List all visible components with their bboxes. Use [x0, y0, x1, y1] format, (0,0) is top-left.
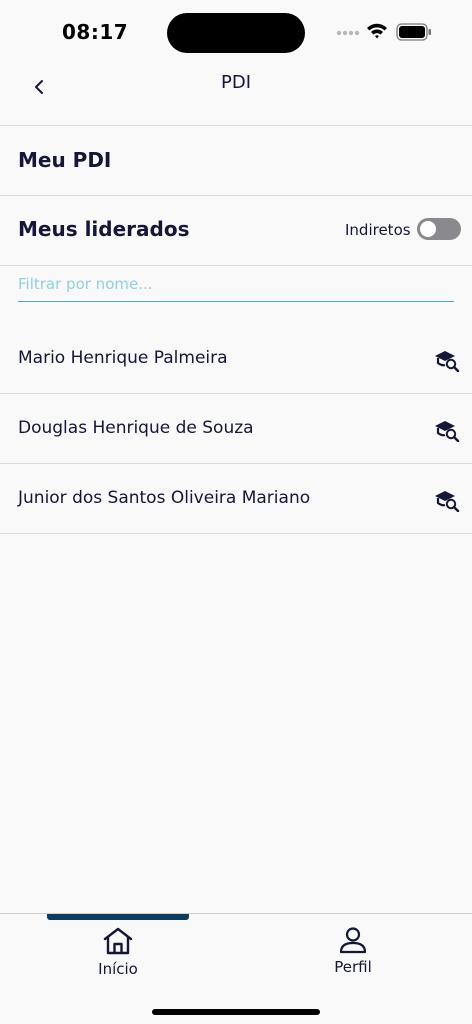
- filter-input[interactable]: [18, 266, 454, 300]
- user-icon: [339, 927, 367, 954]
- led-section-header: Meus liderados Indiretos: [0, 196, 472, 266]
- list-item[interactable]: Douglas Henrique de Souza: [0, 394, 472, 464]
- led-list: Mario Henrique Palmeira Douglas Henrique…: [0, 324, 472, 534]
- person-name: Mario Henrique Palmeira: [18, 348, 228, 368]
- indirect-toggle-label: Indiretos: [345, 221, 411, 239]
- graduation-search-icon[interactable]: [434, 488, 460, 512]
- led-section-title: Meus liderados: [18, 217, 190, 241]
- my-pdi-row[interactable]: Meu PDI: [0, 126, 472, 196]
- graduation-search-icon[interactable]: [434, 348, 460, 372]
- page-title: PDI: [220, 72, 252, 93]
- tab-bar: Início Perfil: [0, 913, 472, 1024]
- indirect-toggle[interactable]: [417, 218, 461, 240]
- home-indicator: [152, 1009, 320, 1015]
- dynamic-island: [167, 13, 305, 53]
- person-name: Douglas Henrique de Souza: [18, 418, 254, 438]
- tab-home-label: Início: [98, 960, 138, 978]
- active-tab-indicator: [47, 914, 189, 920]
- battery-icon: [396, 23, 431, 41]
- person-name: Junior dos Santos Oliveira Mariano: [18, 488, 311, 508]
- home-icon: [103, 927, 133, 955]
- filter-field: [18, 266, 454, 302]
- wifi-icon: [367, 23, 387, 39]
- toggle-knob: [420, 221, 436, 237]
- graduation-search-icon[interactable]: [434, 418, 460, 442]
- cellular-signal-icon: [336, 30, 360, 36]
- list-item[interactable]: Mario Henrique Palmeira: [0, 324, 472, 394]
- list-item[interactable]: Junior dos Santos Oliveira Mariano: [0, 464, 472, 534]
- navigation-header: PDI: [0, 62, 472, 126]
- status-time: 08:17: [62, 20, 129, 44]
- my-pdi-label: Meu PDI: [18, 148, 112, 172]
- tab-profile[interactable]: Perfil: [293, 926, 413, 986]
- status-bar: 08:17: [0, 0, 472, 62]
- tab-profile-label: Perfil: [334, 958, 372, 976]
- tab-home[interactable]: Início: [58, 926, 178, 986]
